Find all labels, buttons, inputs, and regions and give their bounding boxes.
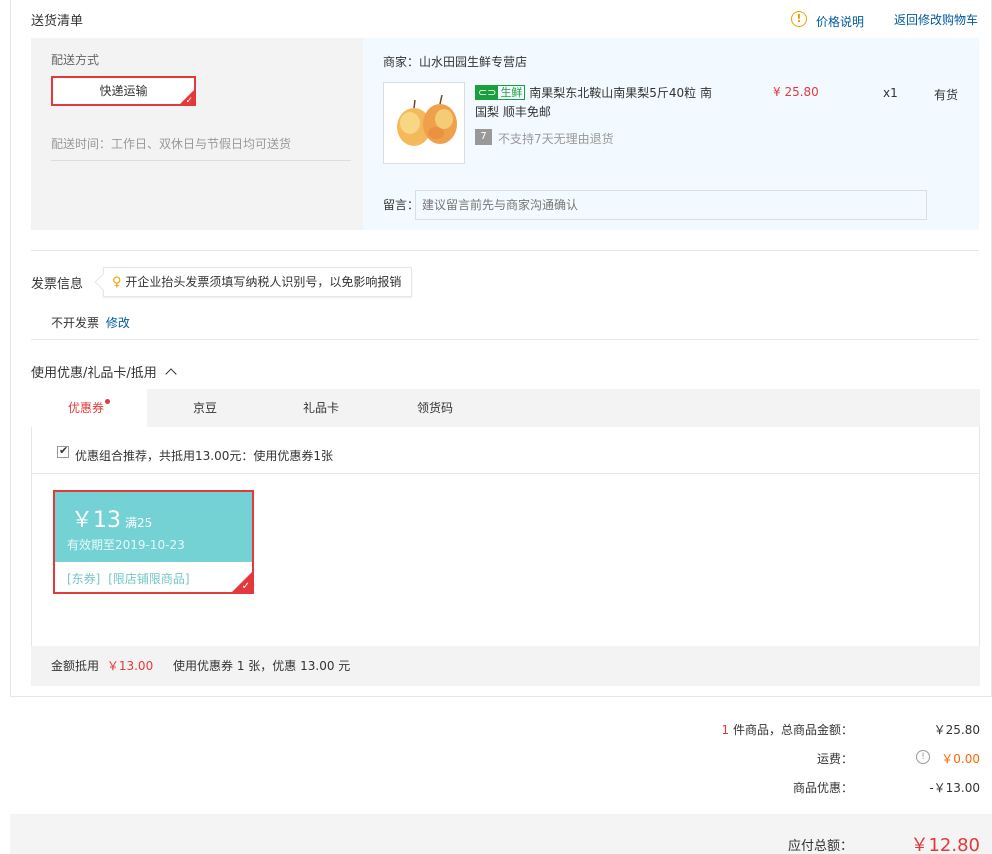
divider xyxy=(31,250,979,251)
product-price: ¥ 25.80 xyxy=(773,85,819,99)
shipping-method-label: 配送方式 xyxy=(51,53,100,67)
coupon-validity: 有效期至2019-10-23 xyxy=(67,538,185,552)
item-total-label: 件商品，总商品金额： xyxy=(732,723,853,737)
product-quantity: x1 xyxy=(883,86,898,100)
invoice-tip: ♀ 开企业抬头发票须填写纳税人识别号，以免影响报销 xyxy=(94,267,413,297)
delivery-list-title: 送货清单 xyxy=(31,14,84,29)
invoice-status: 不开发票 xyxy=(51,316,100,330)
recommend-checkbox[interactable]: ✔ xyxy=(57,444,69,458)
product-discount-label: 商品优惠： xyxy=(792,781,853,795)
lightbulb-icon: ♀ xyxy=(112,275,122,290)
payable-value: ￥12.80 xyxy=(910,835,980,854)
info-icon[interactable]: ! xyxy=(916,750,930,764)
coupon-scope: [东券] [限店铺限商品] xyxy=(67,570,190,587)
invoice-status-row: 不开发票 修改 xyxy=(51,314,130,331)
fish-icon: ⊂⊃ xyxy=(476,86,499,99)
pear-image xyxy=(397,94,457,146)
coupon-amount: ￥13 xyxy=(71,508,121,533)
coupon-card[interactable]: ￥13 满25 有效期至2019-10-23 [东券] [限店铺限商品] ✓ xyxy=(53,490,254,594)
delivery-time: 配送时间：工作日、双休日与节假日均可送货 xyxy=(51,135,351,161)
summary-amount: ￥13.00 xyxy=(106,659,154,673)
return-policy: 不支持7天无理由退货 xyxy=(498,132,614,146)
item-total-value: ￥25.80 xyxy=(933,723,980,737)
product-name[interactable]: ⊂⊃ 生鲜 南果梨东北鞍山南果梨5斤40粒 南 国梨 顺丰免邮 xyxy=(475,84,715,122)
check-icon: ✓ xyxy=(241,581,250,592)
notification-dot xyxy=(105,399,110,404)
express-option-label: 快递运输 xyxy=(99,84,148,98)
tab-redeem-code[interactable]: 领货码 xyxy=(377,389,493,427)
total-items-row: 1 件商品，总商品金额： ￥25.80 xyxy=(0,721,980,737)
discount-summary: 金额抵用 ￥13.00 使用优惠券 1 张，优惠 13.00 元 xyxy=(31,646,980,686)
check-icon: ✔ xyxy=(59,444,69,457)
item-count: 1 xyxy=(721,723,730,737)
info-icon[interactable]: ! xyxy=(791,11,807,27)
merchant-name[interactable]: 商家：山水田园生鲜专营店 xyxy=(383,53,527,70)
shipping-method-panel: 配送方式 快递运输 ✓ 配送时间：工作日、双休日与节假日均可送货 xyxy=(31,38,363,230)
recommend-text: 优惠组合推荐，共抵用13.00元：使用优惠券1张 xyxy=(75,449,333,463)
fresh-tag: ⊂⊃ 生鲜 xyxy=(475,85,526,100)
tab-coupon[interactable]: 优惠券 xyxy=(31,389,147,427)
product-discount-row: 商品优惠： -￥13.00 xyxy=(0,779,980,795)
product-discount-value: -￥13.00 xyxy=(929,781,980,795)
stock-status: 有货 xyxy=(934,88,959,102)
check-icon: ✓ xyxy=(185,96,193,106)
shipping-fee-row: 运费： ! ￥0.00 xyxy=(0,750,980,766)
divider xyxy=(31,339,979,340)
express-option[interactable]: 快递运输 ✓ xyxy=(51,76,196,106)
message-input[interactable] xyxy=(415,190,927,220)
no-return-icon: 7 xyxy=(475,129,492,145)
discount-tabs: 优惠券 京豆 礼品卡 领货码 xyxy=(31,389,980,427)
product-image[interactable] xyxy=(383,82,465,164)
invoice-tip-text: 开企业抬头发票须填写纳税人识别号，以免影响报销 xyxy=(125,275,402,289)
shop-items-panel: 商家：山水田园生鲜专营店 ⊂⊃ 生鲜 南果梨东北鞍山南果梨5斤40粒 南 国梨 顺… xyxy=(363,38,979,230)
divider xyxy=(31,473,980,474)
chevron-up-icon xyxy=(165,368,177,380)
message-label: 留言： xyxy=(383,198,420,212)
discounts-title[interactable]: 使用优惠/礼品卡/抵用 xyxy=(31,362,177,381)
coupon-header: ￥13 满25 有效期至2019-10-23 xyxy=(55,492,252,562)
back-to-cart-link[interactable]: 返回修改购物车 xyxy=(894,11,978,28)
tab-gift-card[interactable]: 礼品卡 xyxy=(263,389,379,427)
tab-jd-beans[interactable]: 京豆 xyxy=(147,389,263,427)
price-note-link[interactable]: 价格说明 xyxy=(816,13,864,30)
payable-row: 应付总额： ￥12.80 xyxy=(0,831,980,854)
coupon-scope-text: [限店铺限商品] xyxy=(108,572,190,586)
summary-label: 金额抵用 xyxy=(51,659,100,673)
coupon-type: [东券] xyxy=(67,572,101,586)
invoice-title: 发票信息 xyxy=(31,277,84,292)
coupon-condition: 满25 xyxy=(125,516,153,530)
shipping-fee-label: 运费： xyxy=(816,752,853,766)
payable-label: 应付总额： xyxy=(787,839,853,854)
product-name-line2: 国梨 顺丰免邮 xyxy=(475,105,551,119)
summary-detail: 使用优惠券 1 张，优惠 13.00 元 xyxy=(173,659,351,673)
product-name-line1: 南果梨东北鞍山南果梨5斤40粒 南 xyxy=(529,86,712,100)
invoice-edit-link[interactable]: 修改 xyxy=(106,316,130,330)
shipping-fee-value: ￥0.00 xyxy=(941,752,980,766)
